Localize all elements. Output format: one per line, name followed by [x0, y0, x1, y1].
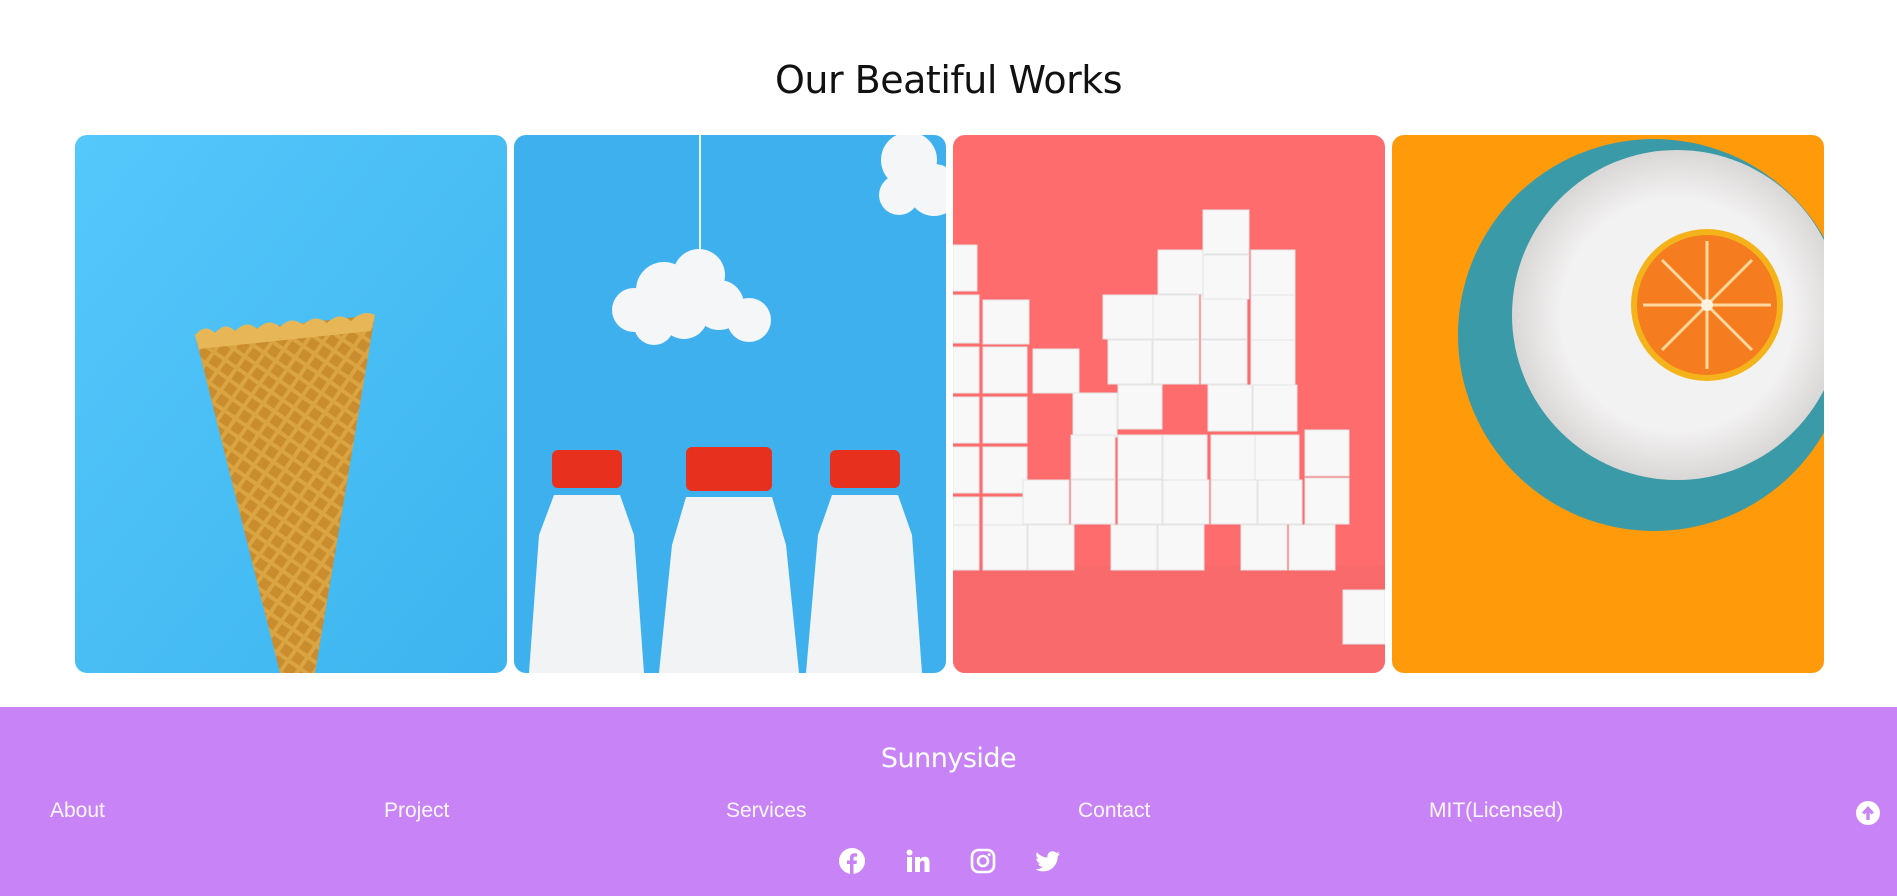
section-title: Our Beatiful Works [774, 58, 1123, 102]
linkedin-icon[interactable] [904, 847, 932, 875]
footer-link-project[interactable]: Project [384, 799, 449, 823]
footer-link-services[interactable]: Services [726, 799, 807, 823]
twitter-icon[interactable] [1034, 847, 1062, 875]
orange-plate-image [1392, 135, 1824, 673]
facebook-icon[interactable] [838, 847, 866, 875]
footer-brand[interactable]: Sunnyside [0, 743, 1897, 774]
footer-link-about[interactable]: About [50, 799, 105, 823]
work-image-sugar-cubes[interactable] [953, 135, 1385, 673]
arrow-up-circle-icon[interactable] [1855, 800, 1881, 826]
instagram-icon[interactable] [969, 847, 997, 875]
footer-link-contact[interactable]: Contact [1078, 799, 1150, 823]
footer-link-license[interactable]: MIT(Licensed) [1429, 799, 1563, 823]
works-gallery [75, 135, 1824, 673]
ice-cream-cone-image [75, 135, 507, 673]
work-image-milk-bottles[interactable] [514, 135, 946, 673]
footer-nav: About Project Services Contact MIT(Licen… [0, 799, 1897, 829]
milk-bottles-image [514, 135, 946, 673]
social-links [0, 847, 1897, 877]
site-footer: Sunnyside About Project Services Contact… [0, 707, 1897, 896]
work-image-orange-plate[interactable] [1392, 135, 1824, 673]
work-image-ice-cream-cone[interactable] [75, 135, 507, 673]
sugar-cubes-image [953, 135, 1385, 673]
